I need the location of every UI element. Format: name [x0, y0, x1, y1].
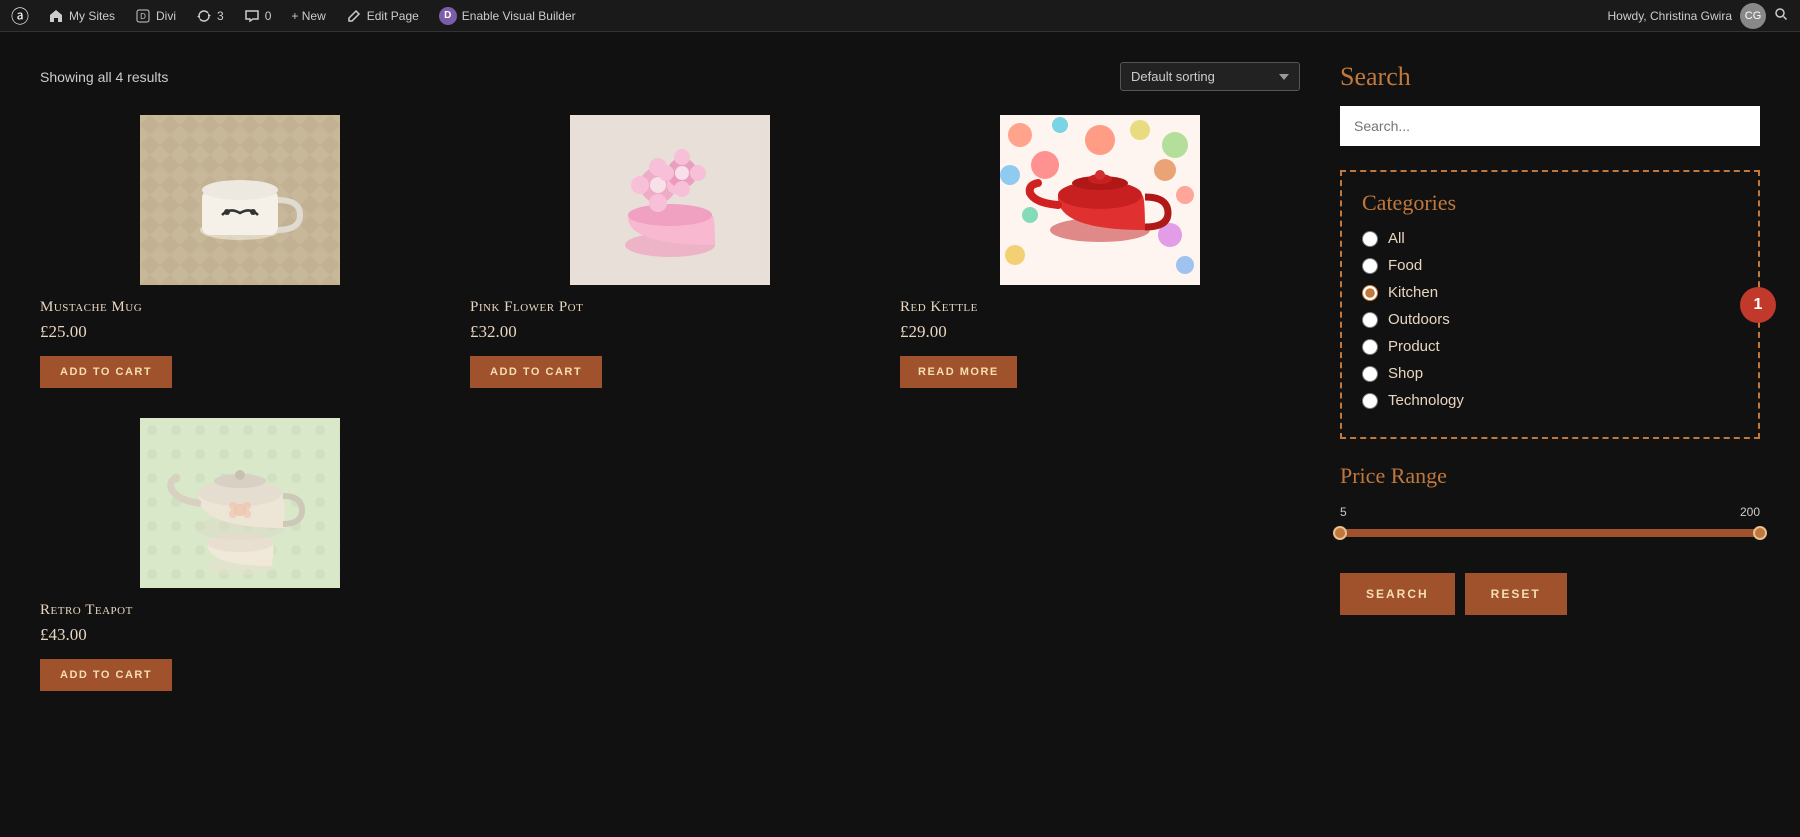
product-name-retro-teapot: Retro Teapot: [40, 602, 133, 619]
comment-icon: [244, 8, 260, 24]
search-icon[interactable]: [1774, 7, 1788, 24]
user-greeting: Howdy, Christina Gwira: [1608, 9, 1732, 23]
category-radio-food[interactable]: [1362, 258, 1378, 274]
sync-count: 3: [217, 9, 224, 23]
admin-bar: ⓐ My Sites D Divi 3 0 + New Edit Page D: [0, 0, 1800, 32]
product-name-mustache-mug: Mustache Mug: [40, 299, 142, 316]
svg-text:D: D: [140, 12, 146, 21]
sync-menu[interactable]: 3: [196, 8, 224, 24]
price-slider-handle-max[interactable]: [1753, 526, 1767, 540]
price-slider-container: [1340, 523, 1760, 543]
price-min-label: 5: [1340, 505, 1347, 519]
categories-box: Categories All Food Kitchen Outdoors Pro…: [1340, 170, 1760, 439]
product-card-red-kettle: Red Kettle £29.00 READ MORE: [900, 115, 1300, 388]
category-kitchen[interactable]: Kitchen: [1362, 284, 1738, 301]
category-radio-shop[interactable]: [1362, 366, 1378, 382]
category-radio-all[interactable]: [1362, 231, 1378, 247]
reset-button[interactable]: RESET: [1465, 573, 1567, 615]
product-price-pink-flower-pot: £32.00: [470, 322, 517, 342]
category-label-kitchen: Kitchen: [1388, 284, 1438, 301]
results-bar: Showing all 4 results Default sorting So…: [40, 62, 1300, 91]
sidebar: Search Categories All Food Kitchen Outdo…: [1340, 62, 1760, 691]
category-radio-outdoors[interactable]: [1362, 312, 1378, 328]
price-range-title: Price Range: [1340, 463, 1760, 489]
edit-page-label: Edit Page: [367, 9, 419, 23]
visual-builder-label: Enable Visual Builder: [462, 9, 576, 23]
product-image-mustache-mug: [40, 115, 440, 285]
product-price-mustache-mug: £25.00: [40, 322, 87, 342]
main-content: Showing all 4 results Default sorting So…: [0, 32, 1800, 721]
category-food[interactable]: Food: [1362, 257, 1738, 274]
category-technology[interactable]: Technology: [1362, 392, 1738, 409]
product-image-red-kettle: [900, 115, 1300, 285]
visual-builder-menu[interactable]: D Enable Visual Builder: [439, 7, 576, 25]
wordpress-icon: ⓐ: [12, 8, 28, 24]
categories-badge: 1: [1740, 287, 1776, 323]
edit-page-menu[interactable]: Edit Page: [346, 8, 419, 24]
product-name-red-kettle: Red Kettle: [900, 299, 978, 316]
new-menu[interactable]: + New: [291, 9, 325, 23]
sync-icon: [196, 8, 212, 24]
my-sites-label: My Sites: [69, 9, 115, 23]
search-button[interactable]: SEARCH: [1340, 573, 1455, 615]
category-label-food: Food: [1388, 257, 1422, 274]
add-to-cart-mustache-mug[interactable]: ADD TO CART: [40, 356, 172, 388]
category-outdoors[interactable]: Outdoors: [1362, 311, 1738, 328]
product-name-pink-flower-pot: Pink Flower Pot: [470, 299, 583, 316]
category-radio-technology[interactable]: [1362, 393, 1378, 409]
products-section: Showing all 4 results Default sorting So…: [40, 62, 1300, 691]
read-more-red-kettle[interactable]: READ MORE: [900, 356, 1017, 388]
divi-circle-icon: D: [439, 7, 457, 25]
category-radio-kitchen[interactable]: [1362, 285, 1378, 301]
category-label-shop: Shop: [1388, 365, 1423, 382]
wp-logo[interactable]: ⓐ: [12, 8, 28, 24]
product-image-retro-teapot: [40, 418, 440, 588]
price-slider-handle-min[interactable]: [1333, 526, 1347, 540]
add-to-cart-retro-teapot[interactable]: ADD TO CART: [40, 659, 172, 691]
new-label: + New: [291, 9, 325, 23]
my-sites-menu[interactable]: My Sites: [48, 8, 115, 24]
price-max-label: 200: [1740, 505, 1760, 519]
category-label-outdoors: Outdoors: [1388, 311, 1450, 328]
divi-menu[interactable]: D Divi: [135, 8, 176, 24]
search-section-title: Search: [1340, 62, 1760, 92]
product-card-retro-teapot: Retro Teapot £43.00 ADD TO CART: [40, 418, 440, 691]
avatar: CG: [1740, 3, 1766, 29]
add-to-cart-pink-flower-pot[interactable]: ADD TO CART: [470, 356, 602, 388]
product-price-retro-teapot: £43.00: [40, 625, 87, 645]
product-price-red-kettle: £29.00: [900, 322, 947, 342]
sidebar-buttons: SEARCH RESET: [1340, 573, 1760, 615]
product-card-mustache-mug: Mustache Mug £25.00 ADD TO CART: [40, 115, 440, 388]
price-range-labels: 5 200: [1340, 505, 1760, 519]
product-grid-row1: Mustache Mug £25.00 ADD TO CART: [40, 115, 1300, 388]
results-text: Showing all 4 results: [40, 69, 168, 85]
category-label-all: All: [1388, 230, 1405, 247]
categories-title: Categories: [1362, 190, 1738, 216]
home-icon: [48, 8, 64, 24]
price-slider-track: [1340, 529, 1760, 537]
divi-icon: D: [135, 8, 151, 24]
category-all[interactable]: All: [1362, 230, 1738, 247]
category-product[interactable]: Product: [1362, 338, 1738, 355]
product-card-pink-flower-pot: Pink Flower Pot £32.00 ADD TO CART: [470, 115, 870, 388]
category-label-technology: Technology: [1388, 392, 1464, 409]
category-radio-product[interactable]: [1362, 339, 1378, 355]
product-grid-row2: Retro Teapot £43.00 ADD TO CART: [40, 418, 1300, 691]
edit-icon: [346, 8, 362, 24]
admin-user-info: Howdy, Christina Gwira CG: [1608, 3, 1788, 29]
search-input[interactable]: [1340, 106, 1760, 146]
category-shop[interactable]: Shop: [1362, 365, 1738, 382]
sort-select[interactable]: Default sorting Sort by popularity Sort …: [1120, 62, 1300, 91]
product-image-pink-flower-pot: [470, 115, 870, 285]
category-label-product: Product: [1388, 338, 1440, 355]
comments-count: 0: [265, 9, 272, 23]
divi-label: Divi: [156, 9, 176, 23]
comments-menu[interactable]: 0: [244, 8, 272, 24]
